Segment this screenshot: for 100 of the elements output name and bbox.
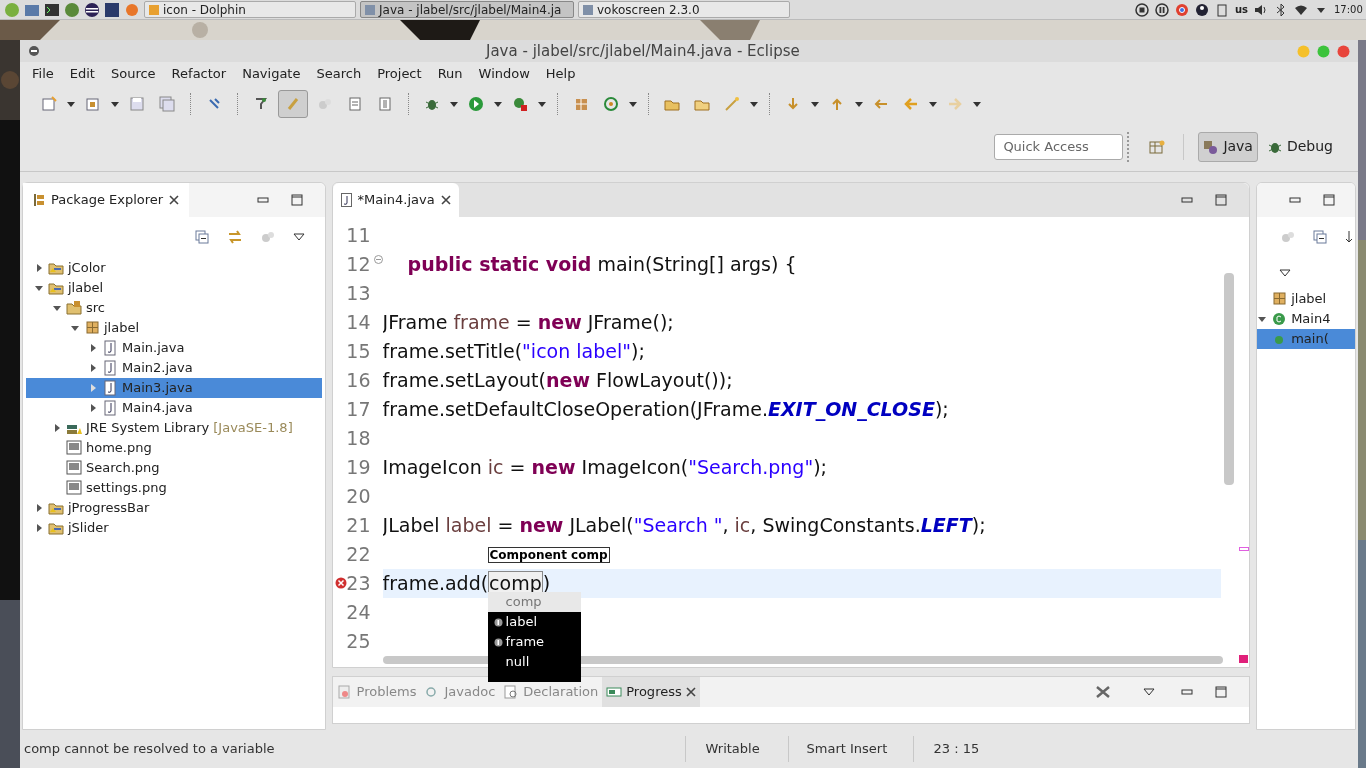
menu-item[interactable]: Edit xyxy=(61,63,103,85)
maximize-icon[interactable] xyxy=(1215,686,1228,698)
minimize-icon[interactable] xyxy=(256,196,269,204)
menu-item[interactable]: Project xyxy=(369,63,430,85)
menu-item[interactable]: Refactor xyxy=(163,63,235,85)
collapsed-arrow-icon[interactable] xyxy=(88,363,98,373)
tree-item[interactable]: Search.png xyxy=(26,458,322,478)
vertical-scrollbar[interactable] xyxy=(1223,273,1234,485)
collapsed-arrow-icon[interactable] xyxy=(34,503,44,513)
toggle-button[interactable] xyxy=(278,90,308,118)
keyboard-layout[interactable]: us xyxy=(1234,2,1248,17)
tree-item[interactable]: jProgressBar xyxy=(26,498,322,518)
minimize-icon[interactable] xyxy=(1289,196,1301,204)
tree-item[interactable]: main( xyxy=(1257,329,1355,349)
view-menu-icon[interactable] xyxy=(1279,269,1292,277)
completion-item[interactable]: label xyxy=(487,612,581,632)
remove-icon[interactable] xyxy=(1095,685,1112,699)
dots-icon[interactable] xyxy=(1281,230,1295,244)
package-explorer-tab[interactable]: Package Explorer xyxy=(23,183,190,217)
minimize-icon[interactable] xyxy=(1181,688,1194,696)
tree-item[interactable]: jSlider xyxy=(26,518,322,538)
menu-item[interactable]: File xyxy=(24,63,62,85)
menu-item[interactable]: Window xyxy=(470,63,538,85)
caret-icon[interactable] xyxy=(628,100,638,108)
caret-icon[interactable] xyxy=(493,100,503,108)
tree-item[interactable]: Main2.java xyxy=(26,358,322,378)
view-menu-icon[interactable] xyxy=(292,233,305,241)
tree-item[interactable]: jlabel xyxy=(26,318,322,338)
collapsed-arrow-icon[interactable] xyxy=(88,403,98,413)
taskbar-button[interactable]: vokoscreen 2.3.0 xyxy=(578,1,790,18)
collapse-all-icon[interactable] xyxy=(194,230,209,244)
maximize-icon[interactable] xyxy=(1215,194,1228,206)
tree-item[interactable]: Main4 xyxy=(1257,309,1355,329)
caret-icon[interactable] xyxy=(749,100,759,108)
ide-icon[interactable] xyxy=(104,1,120,18)
expanded-arrow-icon[interactable] xyxy=(70,323,80,333)
collapsed-arrow-icon[interactable] xyxy=(52,423,62,433)
fold-icon[interactable] xyxy=(373,255,383,264)
horizontal-scrollbar[interactable] xyxy=(382,656,1223,664)
completion-item[interactable]: null xyxy=(487,652,581,672)
new-package-icon[interactable] xyxy=(85,96,101,112)
external-tools-icon[interactable] xyxy=(512,96,528,112)
caret-icon[interactable] xyxy=(928,100,938,108)
expanded-arrow-icon[interactable] xyxy=(34,283,44,293)
minimize-icon[interactable] xyxy=(1181,196,1194,204)
collapse-all-icon[interactable] xyxy=(1313,230,1327,244)
menu-item[interactable]: Help xyxy=(537,63,584,85)
close-button[interactable] xyxy=(1337,44,1350,58)
panel-tab[interactable]: Progress xyxy=(602,677,700,707)
tree-item[interactable]: src xyxy=(26,298,322,318)
open-perspective-icon[interactable] xyxy=(1149,138,1166,155)
maximize-icon[interactable] xyxy=(1323,194,1335,206)
caret-icon[interactable] xyxy=(854,100,864,108)
tree-item[interactable]: jlabel xyxy=(1257,289,1355,309)
tree-item[interactable]: home.png xyxy=(26,438,322,458)
completion-item[interactable]: frame xyxy=(487,632,581,652)
clipboard-icon[interactable] xyxy=(1214,2,1229,17)
perspective-button[interactable]: Debug xyxy=(1261,131,1338,162)
menu-item[interactable]: Source xyxy=(102,63,164,85)
expanded-arrow-icon[interactable] xyxy=(1257,314,1268,324)
menu-item[interactable]: Run xyxy=(429,63,471,85)
completion-item[interactable]: comp xyxy=(487,592,581,612)
caret-icon[interactable] xyxy=(810,100,820,108)
caret-icon[interactable] xyxy=(449,100,459,108)
collapsed-arrow-icon[interactable] xyxy=(88,343,98,353)
quick-access-field[interactable]: Quick Access xyxy=(994,133,1124,160)
collapsed-arrow-icon[interactable] xyxy=(34,263,44,273)
view-menu-icon[interactable] xyxy=(1143,688,1156,696)
taskbar-button[interactable]: icon - Dolphin xyxy=(144,1,356,18)
user-icon[interactable] xyxy=(1194,2,1209,17)
link-editor-icon[interactable] xyxy=(226,230,243,244)
caret-icon[interactable] xyxy=(972,100,982,108)
editor-tab[interactable]: *Main4.java xyxy=(332,183,459,217)
sort-icon[interactable] xyxy=(1345,230,1353,244)
tree-item[interactable]: settings.png xyxy=(26,478,322,498)
annotation-icon[interactable] xyxy=(253,96,269,112)
tree-item[interactable]: Main3.java xyxy=(26,378,322,398)
perspective-button[interactable]: Java xyxy=(1198,131,1258,162)
chrome-icon[interactable] xyxy=(1174,2,1189,17)
eclipse-icon[interactable] xyxy=(84,1,100,18)
tree-item[interactable]: Main.java xyxy=(26,338,322,358)
tree-item[interactable]: jColor xyxy=(26,258,322,278)
close-icon[interactable] xyxy=(169,195,180,205)
caret-icon[interactable] xyxy=(537,100,547,108)
expanded-arrow-icon[interactable] xyxy=(52,303,62,313)
caret-icon[interactable] xyxy=(110,100,120,108)
taskbar-button[interactable]: Java - jlabel/src/jlabel/Main4.ja xyxy=(360,1,574,18)
volume-icon[interactable] xyxy=(1254,2,1268,17)
run-icon[interactable] xyxy=(468,96,484,112)
terminal-icon[interactable] xyxy=(44,1,60,18)
refresh-icon[interactable] xyxy=(603,96,619,112)
tree-item[interactable]: Main4.java xyxy=(26,398,322,418)
close-icon[interactable] xyxy=(685,687,696,697)
caret-icon[interactable] xyxy=(66,100,76,108)
stop-icon[interactable] xyxy=(1134,2,1149,17)
tree-item[interactable]: JRE System Library [JavaSE-1.8] xyxy=(26,418,322,438)
menu-item[interactable]: Navigate xyxy=(234,63,309,85)
collapsed-arrow-icon[interactable] xyxy=(34,523,44,533)
maximize-icon[interactable] xyxy=(290,194,303,206)
tree-item[interactable]: jlabel xyxy=(26,278,322,298)
